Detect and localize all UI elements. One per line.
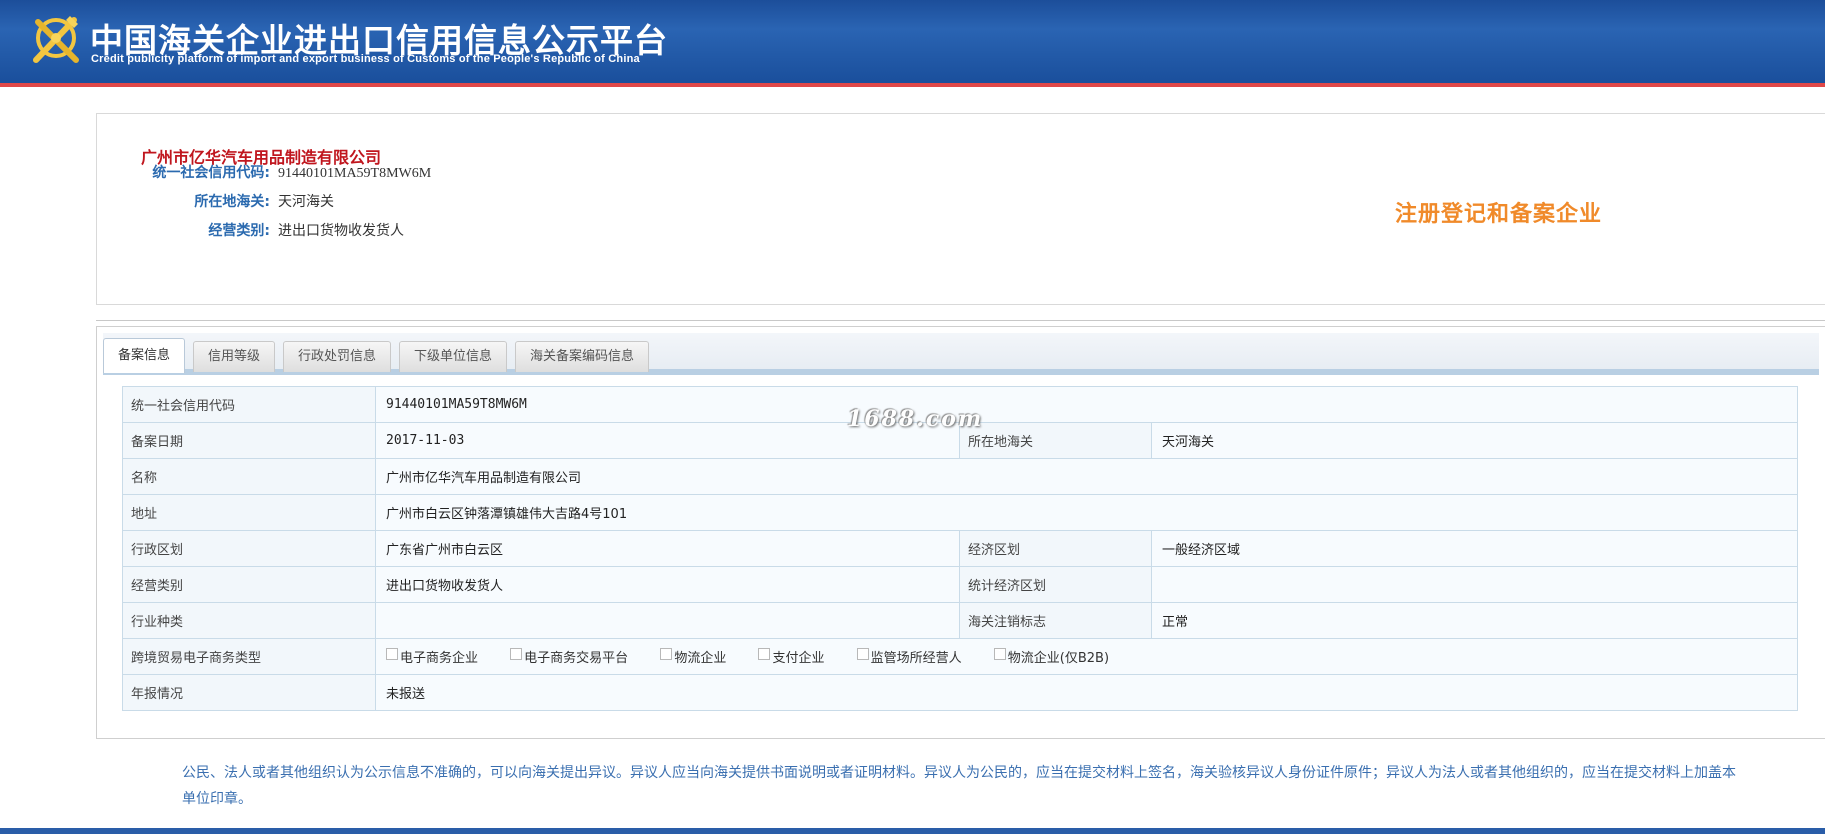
- checkbox[interactable]: [758, 648, 771, 660]
- info-value: 91440101MA59T8MW6M: [278, 166, 432, 181]
- cell-value: 广州市亿华汽车用品制造有限公司: [374, 458, 1799, 495]
- checkbox-option[interactable]: 电子商务交易平台: [510, 647, 628, 666]
- cell-value: 91440101MA59T8MW6M: [374, 386, 1799, 423]
- table-row: 行业种类 海关注销标志 正常: [122, 602, 1799, 639]
- table-row: 经营类别 进出口货物收发货人 统计经济区划: [122, 566, 1799, 603]
- cell-value: 未报送: [374, 674, 1799, 711]
- table-row: 名称 广州市亿华汽车用品制造有限公司: [122, 458, 1799, 495]
- cell-label: 统计经济区划: [959, 566, 1152, 603]
- checkbox-option[interactable]: 支付企业: [758, 647, 824, 666]
- checkbox-label: 物流企业: [674, 651, 727, 666]
- customs-emblem-icon: [33, 16, 79, 63]
- checkbox[interactable]: [993, 648, 1006, 660]
- cell-value: 进出口货物收发货人: [375, 566, 960, 603]
- registration-status: 注册登记和备案企业: [1395, 202, 1603, 227]
- info-label: 经营类别:: [208, 223, 270, 239]
- filing-info-table: 统一社会信用代码 91440101MA59T8MW6M 备案日期 2017-11…: [122, 386, 1799, 711]
- tab-panel: 备案信息 信用等级 行政处罚信息 下级单位信息 海关备案编码信息 统一社会信用代…: [96, 326, 1825, 739]
- cell-label: 经营类别: [122, 566, 376, 603]
- tab-bar: 备案信息 信用等级 行政处罚信息 下级单位信息 海关备案编码信息: [103, 333, 1819, 375]
- cell-value: 广东省广州市白云区: [375, 530, 960, 567]
- cell-label: 行业种类: [122, 602, 376, 639]
- cell-label: 所在地海关: [959, 422, 1152, 459]
- checkbox[interactable]: [856, 648, 869, 660]
- cell-value: [375, 602, 960, 639]
- cell-label: 海关注销标志: [959, 602, 1152, 639]
- cell-label: 备案日期: [122, 422, 376, 459]
- tab-subordinate-units[interactable]: 下级单位信息: [399, 341, 508, 372]
- cell-label: 年报情况: [122, 674, 376, 711]
- checkbox[interactable]: [660, 648, 673, 660]
- info-value: 天河海关: [278, 194, 334, 210]
- table-row: 地址 广州市白云区钟落潭镇雄伟大吉路4号101: [122, 494, 1799, 531]
- table-row: 行政区划 广东省广州市白云区 经济区划 一般经济区域: [122, 530, 1799, 567]
- checkbox-option[interactable]: 监管场所经营人: [856, 647, 962, 666]
- checkbox[interactable]: [386, 648, 398, 660]
- checkbox-option[interactable]: 物流企业: [660, 647, 726, 666]
- cell-label: 地址: [122, 494, 376, 531]
- site-header: 中国海关企业进出口信用信息公示平台 Credit publicity platf…: [0, 0, 1825, 87]
- checkbox-option[interactable]: 电子商务企业: [386, 647, 478, 666]
- cell-value: 天河海关: [1150, 422, 1799, 459]
- company-info-box: 广州市亿华汽车用品制造有限公司 统一社会信用代码: 91440101MA59T8M…: [96, 113, 1825, 305]
- info-row-credit-code: 统一社会信用代码: 91440101MA59T8MW6M: [97, 162, 431, 182]
- footer-bar: [0, 828, 1825, 834]
- info-row-business-type: 经营类别: 进出口货物收发货人: [97, 220, 404, 240]
- tab-customs-codes[interactable]: 海关备案编码信息: [515, 341, 650, 372]
- checkbox[interactable]: [510, 648, 523, 660]
- tab-credit-rating[interactable]: 信用等级: [193, 341, 276, 372]
- info-label: 统一社会信用代码:: [152, 165, 270, 181]
- cell-value: [1150, 566, 1799, 603]
- checkbox-label: 支付企业: [772, 651, 825, 666]
- watermark: 1688.com: [847, 406, 984, 432]
- cell-label: 统一社会信用代码: [122, 386, 376, 423]
- cell-value: 广州市白云区钟落潭镇雄伟大吉路4号101: [374, 494, 1799, 531]
- cell-label: 经济区划: [959, 530, 1152, 567]
- cell-value: 正常: [1150, 602, 1799, 639]
- cell-label: 行政区划: [122, 530, 376, 567]
- checkbox-label: 物流企业(仅B2B): [1007, 651, 1110, 666]
- tab-penalty-info[interactable]: 行政处罚信息: [283, 341, 392, 372]
- info-row-customs: 所在地海关: 天河海关: [97, 191, 334, 211]
- checkbox-label: 电子商务交易平台: [524, 651, 629, 666]
- checkbox-label: 监管场所经营人: [870, 651, 962, 666]
- tab-filing-info[interactable]: 备案信息: [103, 338, 186, 373]
- info-value: 进出口货物收发货人: [278, 223, 404, 239]
- cell-label: 跨境贸易电子商务类型: [122, 638, 376, 675]
- info-label: 所在地海关:: [194, 194, 270, 210]
- ecommerce-options: 电子商务企业 电子商务交易平台 物流企业 支付企业 监管场所经营人 物流企业(仅…: [374, 638, 1799, 675]
- checkbox-option[interactable]: 物流企业(仅B2B): [993, 647, 1110, 666]
- cell-value: 一般经济区域: [1150, 530, 1799, 567]
- divider: [96, 320, 1825, 321]
- table-row: 年报情况 未报送: [122, 674, 1799, 711]
- checkbox-label: 电子商务企业: [400, 651, 479, 666]
- table-row: 跨境贸易电子商务类型 电子商务企业 电子商务交易平台 物流企业 支付企业 监管场…: [122, 638, 1799, 675]
- objection-notice: 公民、法人或者其他组织认为公示信息不准确的，可以向海关提出异议。异议人应当向海关…: [182, 765, 1736, 807]
- cell-label: 名称: [122, 458, 376, 495]
- site-subtitle: Credit publicity platform of import and …: [91, 53, 640, 65]
